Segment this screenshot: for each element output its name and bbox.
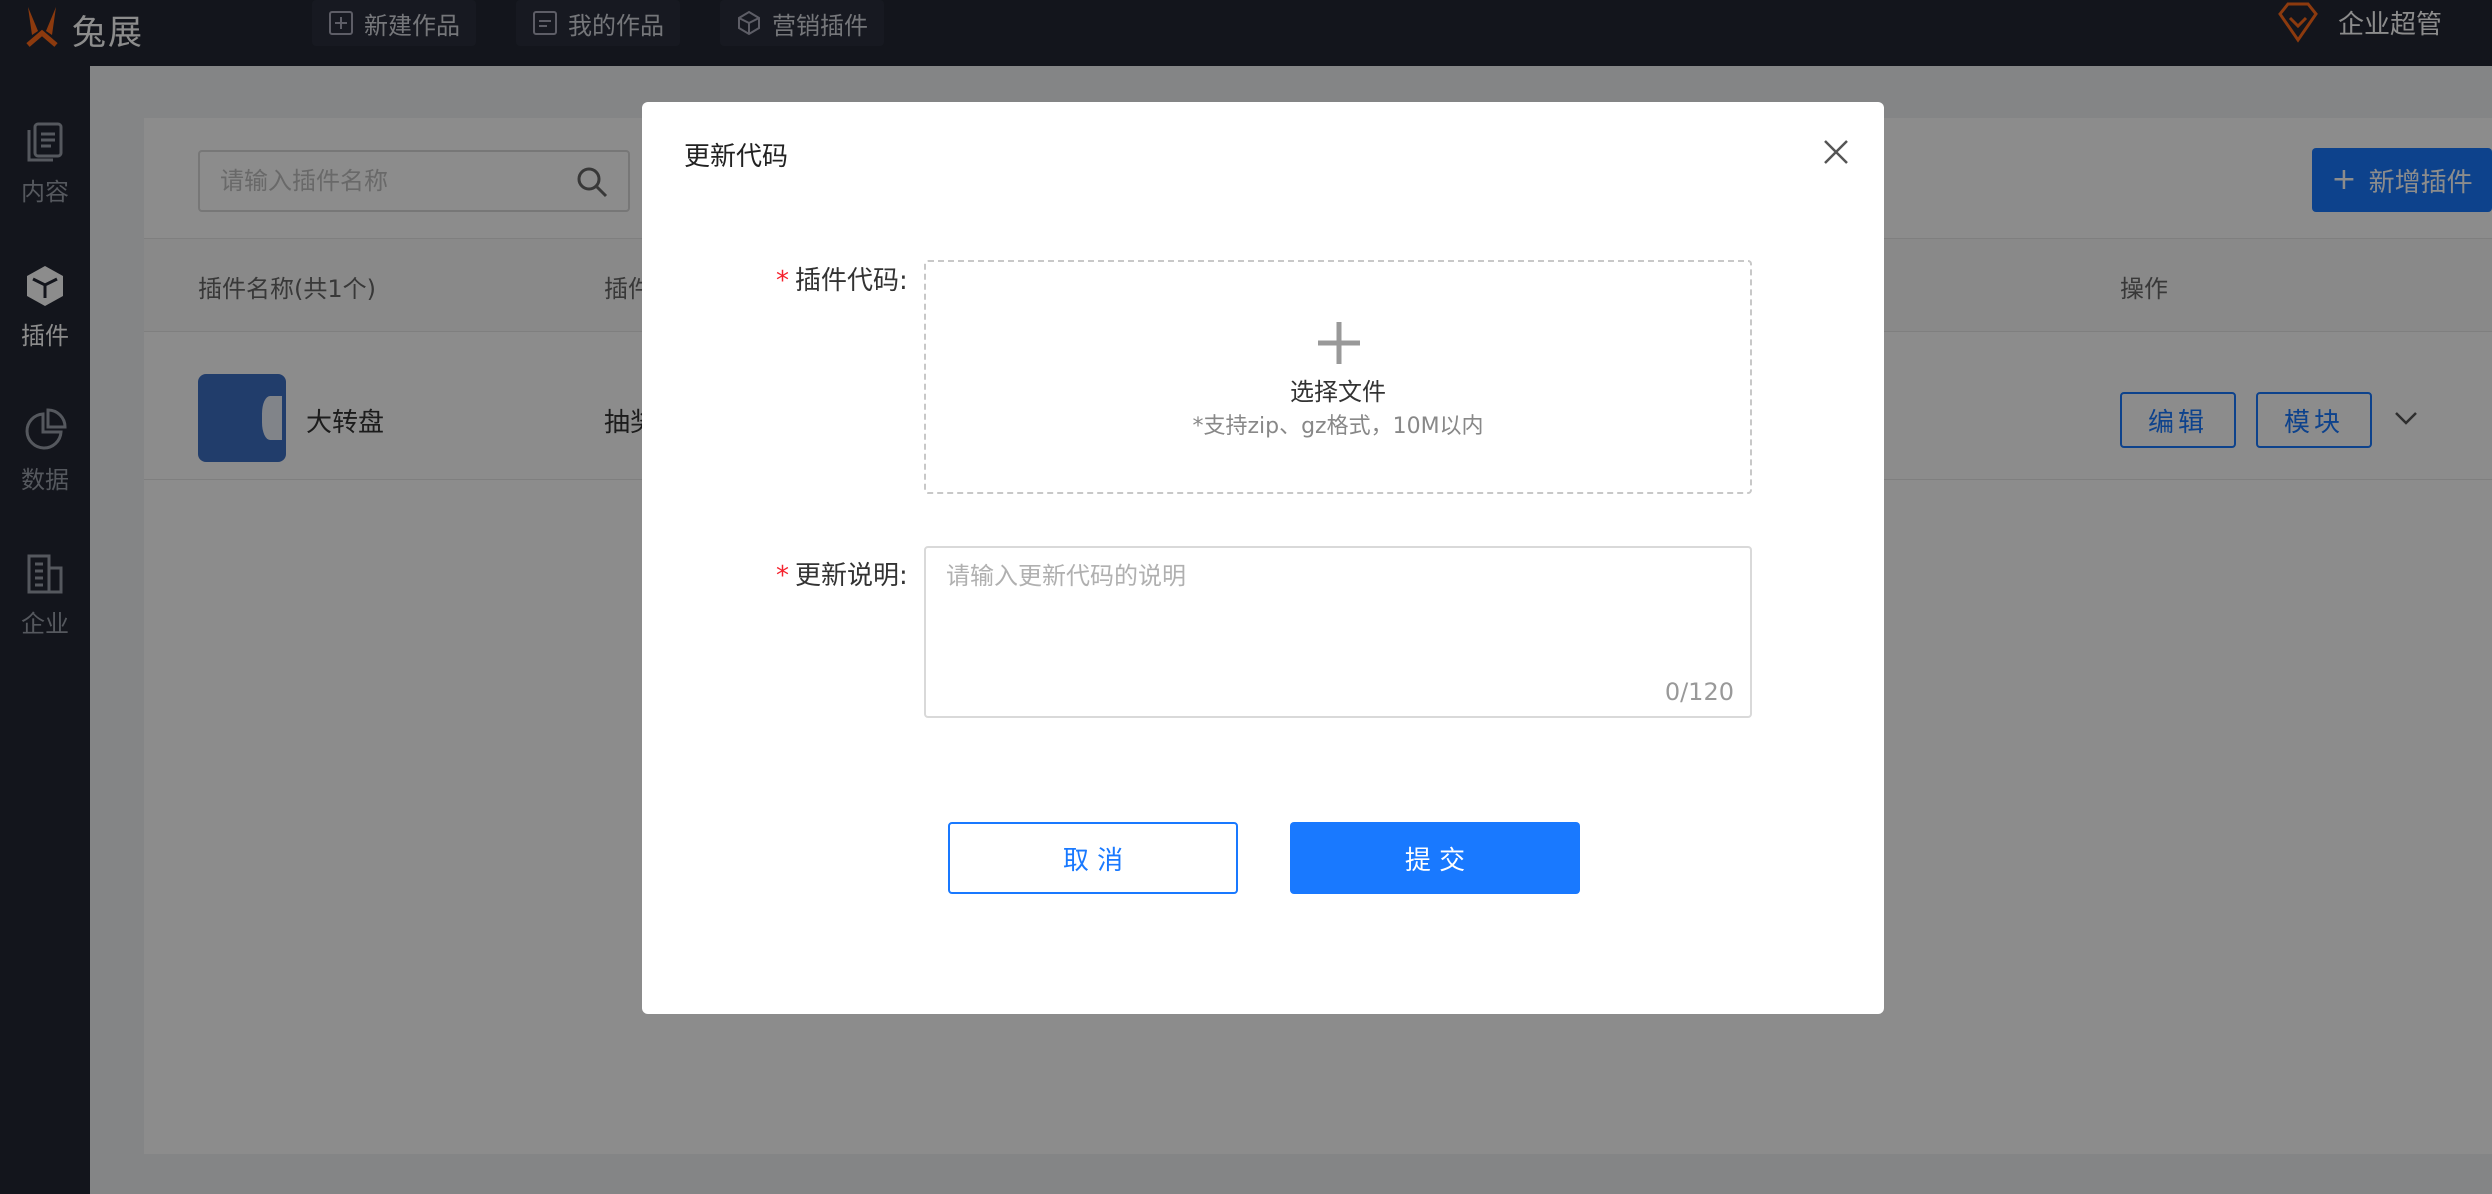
update-code-dialog: 更新代码 * 插件代码: 选择文件 *支持zip、gz格式，10M以内 * 更新说明… — [642, 102, 1884, 1014]
required-mark: * — [776, 266, 789, 296]
file-upload-area[interactable]: 选择文件 *支持zip、gz格式，10M以内 — [924, 260, 1752, 494]
upload-title: 选择文件 — [1290, 378, 1386, 406]
desc-label-text: 更新说明: — [795, 561, 908, 591]
close-icon[interactable] — [1820, 136, 1852, 168]
description-field[interactable]: 0/120 — [924, 546, 1752, 718]
code-label: * 插件代码: — [776, 260, 908, 297]
code-label-text: 插件代码: — [795, 266, 908, 296]
upload-hint: *支持zip、gz格式，10M以内 — [1192, 414, 1484, 439]
plus-icon — [1318, 322, 1360, 364]
char-count: 0/120 — [1664, 678, 1734, 706]
submit-button[interactable]: 提 交 — [1290, 822, 1580, 894]
cancel-button[interactable]: 取 消 — [948, 822, 1238, 894]
description-input[interactable] — [946, 556, 1726, 666]
dialog-title: 更新代码 — [684, 142, 789, 172]
required-mark: * — [776, 561, 789, 591]
desc-label: * 更新说明: — [776, 555, 908, 592]
